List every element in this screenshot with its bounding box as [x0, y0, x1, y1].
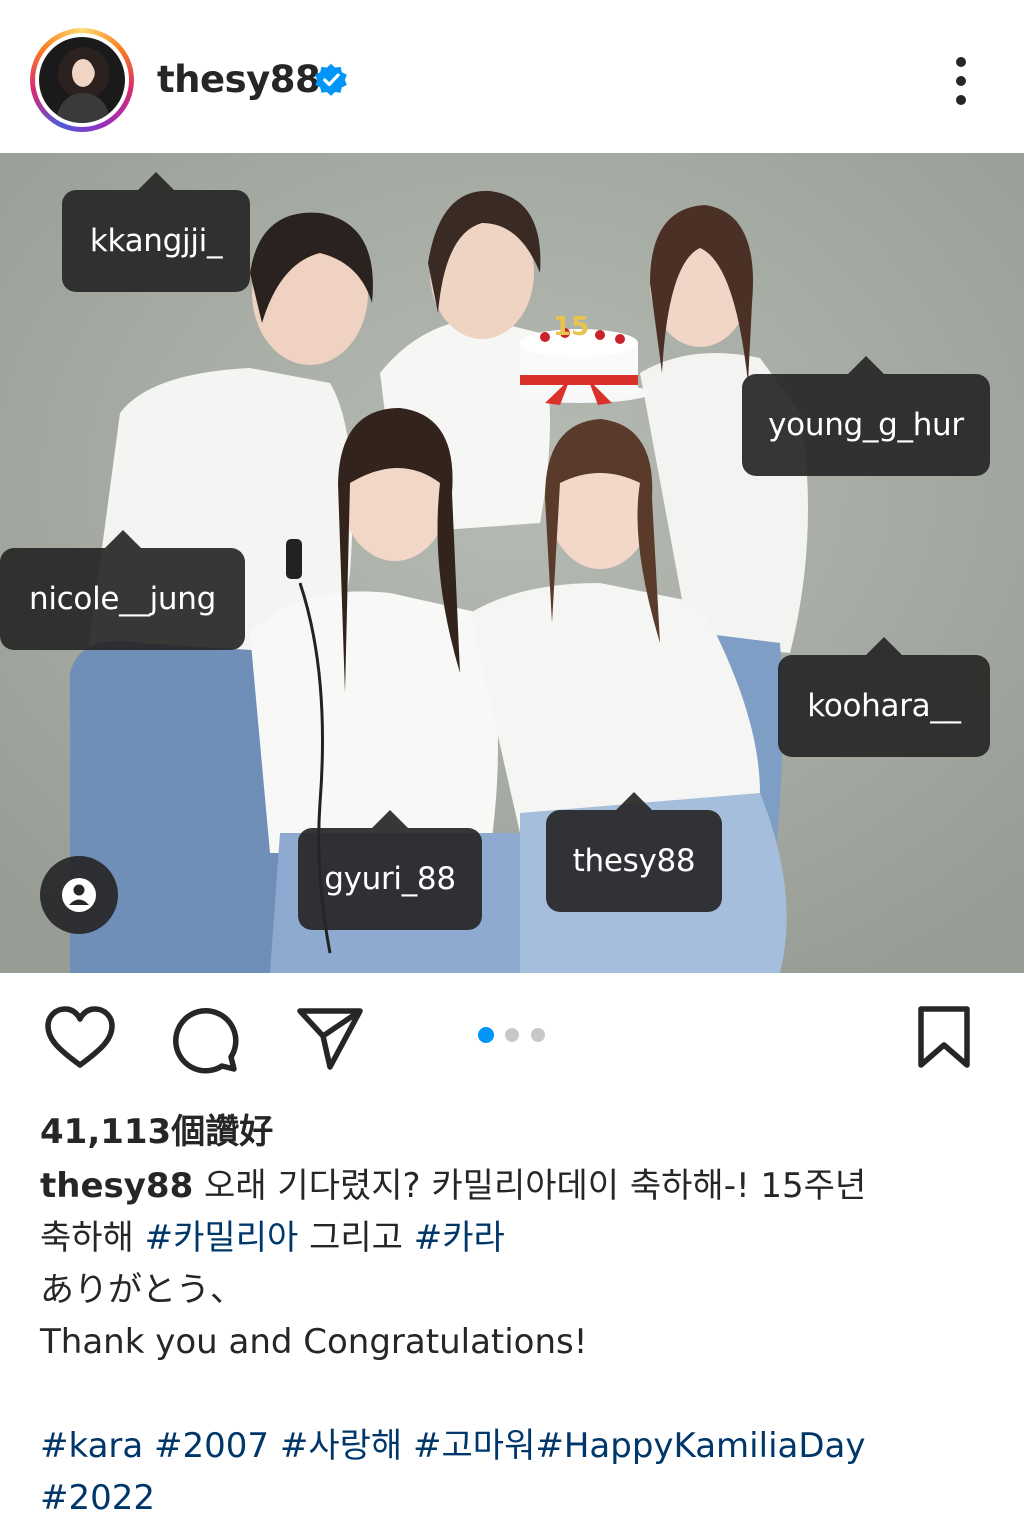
heart-icon[interactable] [44, 1005, 116, 1071]
hashtag-link[interactable]: #카밀리아 [145, 1218, 299, 1258]
avatar-image [39, 37, 125, 123]
post-caption: thesy88 오래 기다렸지? 카밀리아데이 축하해-! 15주년 축하해 #… [40, 1160, 990, 1524]
caption-line: Thank you and Congratulations! [40, 1322, 588, 1362]
photo-tag-username: koohara__ [807, 688, 961, 724]
post-photo[interactable]: 15 kkangjji_ young_g_hur nicole__jung ko… [0, 153, 1024, 973]
hashtag-link[interactable]: #사랑해 [280, 1426, 402, 1466]
header-username[interactable]: thesy88 [157, 58, 321, 101]
caption-line: ありがとう、 [40, 1270, 244, 1310]
photo-tag[interactable]: thesy88 [546, 792, 722, 912]
photo-tag-username: nicole__jung [29, 581, 216, 617]
hashtag-link[interactable]: #kara [40, 1426, 143, 1466]
more-dot [956, 95, 966, 105]
photo-tag[interactable]: gyuri_88 [298, 810, 482, 930]
caption-text: 그리고 [298, 1218, 414, 1258]
photo-tag-username: gyuri_88 [324, 861, 456, 897]
caption-text: 축하해 [40, 1218, 145, 1258]
caption-username[interactable]: thesy88 [40, 1166, 193, 1206]
likes-count[interactable]: 41,113個讚好 [40, 1104, 273, 1153]
carousel-indicator [478, 1027, 548, 1044]
carousel-dot-active [478, 1027, 494, 1043]
hashtags-line: #2022 [40, 1472, 990, 1524]
more-dot [956, 76, 966, 86]
carousel-dot [505, 1028, 519, 1042]
comment-icon[interactable] [170, 1005, 240, 1075]
photo-tag-username: thesy88 [572, 843, 696, 879]
caption-text: 오래 기다렸지? 카밀리아데이 축하해-! 15주년 [204, 1166, 867, 1206]
hashtag-link[interactable]: #고마워 [413, 1426, 535, 1466]
photo-tag[interactable]: nicole__jung [0, 530, 245, 650]
user-tags-button[interactable] [40, 856, 118, 934]
hashtag-link[interactable]: #2022 [40, 1478, 155, 1518]
post-header: thesy88 [0, 0, 1024, 153]
carousel-dot [531, 1028, 545, 1042]
profile-avatar[interactable] [30, 28, 134, 132]
photo-tag-username: kkangjji_ [89, 223, 223, 259]
photo-tag-username: young_g_hur [768, 407, 964, 443]
user-tags-icon [62, 878, 96, 912]
photo-tag[interactable]: young_g_hur [742, 356, 990, 476]
hashtags-line: #kara #2007 #사랑해 #고마워#HappyKamiliaDay [40, 1420, 990, 1472]
caption-line: thesy88 오래 기다렸지? 카밀리아데이 축하해-! 15주년 [40, 1160, 990, 1212]
more-dot [956, 57, 966, 67]
more-vertical-icon[interactable] [948, 55, 974, 107]
hashtag-link[interactable]: #카라 [414, 1218, 505, 1258]
avatar-body [57, 93, 109, 123]
photo-tag[interactable]: koohara__ [778, 637, 990, 757]
photo-tag[interactable]: kkangjji_ [62, 172, 250, 292]
caption-line: 축하해 #카밀리아 그리고 #카라 [40, 1212, 990, 1264]
cake-candle-number: 15 [553, 312, 589, 342]
hashtag-link[interactable]: #2007 [154, 1426, 269, 1466]
verified-badge-icon [315, 63, 347, 96]
avatar-face [72, 59, 94, 87]
send-icon[interactable] [296, 1005, 364, 1071]
hashtag-link[interactable]: #HappyKamiliaDay [535, 1426, 865, 1466]
bookmark-icon[interactable] [914, 1005, 974, 1071]
